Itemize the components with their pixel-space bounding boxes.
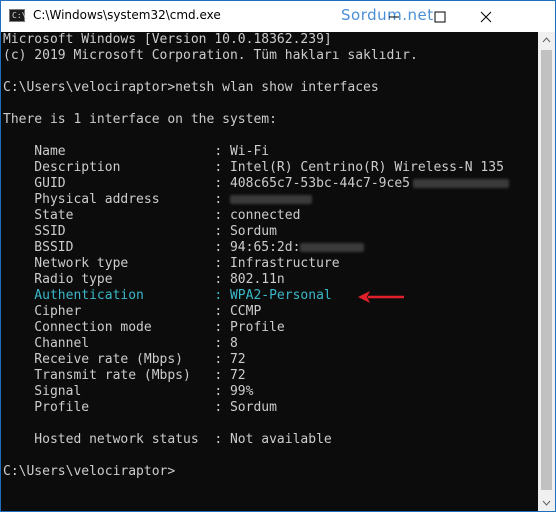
window-title: C:\Windows\system32\cmd.exe bbox=[33, 8, 221, 22]
console-prompt: C:\Users\velociraptor> bbox=[3, 464, 176, 479]
close-button[interactable] bbox=[463, 1, 509, 32]
console-line-mac: Physical address : bbox=[3, 192, 312, 208]
app-icon-label: C:\ bbox=[12, 11, 27, 20]
console-line: Channel : 8 bbox=[3, 336, 238, 351]
console-line: Name : Wi-Fi bbox=[3, 144, 270, 159]
console-line: Transmit rate (Mbps) : 72 bbox=[3, 368, 246, 383]
console-output[interactable]: Microsoft Windows [Version 10.0.18362.23… bbox=[1, 32, 538, 511]
console-line: SSID : Sordum bbox=[3, 224, 277, 239]
console-line: Hosted network status : Not available bbox=[3, 432, 332, 447]
red-arrow-icon bbox=[358, 291, 404, 303]
scroll-up-icon[interactable] bbox=[538, 32, 555, 49]
console-app-icon[interactable]: C:\ bbox=[9, 9, 27, 22]
bssid-text: BSSID : 94:65:2d: bbox=[3, 240, 301, 255]
guid-text: GUID : 408c65c7-53bc-44c7-9ce5 bbox=[3, 176, 410, 191]
minimize-button[interactable] bbox=[371, 1, 417, 32]
cmd-window: C:\ C:\Windows\system32\cmd.exe Sordum.n… bbox=[0, 0, 556, 512]
console-line: Radio type : 802.11n bbox=[3, 272, 285, 287]
console-line: Connection mode : Profile bbox=[3, 320, 285, 335]
console-line: Cipher : CCMP bbox=[3, 304, 262, 319]
redacted-mac bbox=[229, 195, 312, 204]
redacted-guid bbox=[413, 179, 509, 188]
console-line: Profile : Sordum bbox=[3, 400, 277, 415]
console-line: (c) 2019 Microsoft Corporation. Tüm hakl… bbox=[3, 48, 418, 63]
minimize-icon bbox=[389, 16, 399, 17]
redacted-bssid bbox=[300, 243, 365, 252]
maximize-icon bbox=[434, 11, 446, 22]
scroll-down-icon[interactable] bbox=[538, 494, 555, 511]
console-line: State : connected bbox=[3, 208, 301, 223]
console-line: There is 1 interface on the system: bbox=[3, 112, 277, 127]
console-line-authentication: Authentication : WPA2-Personal bbox=[3, 288, 332, 303]
mac-text: Physical address : bbox=[3, 192, 230, 207]
console-line-guid: GUID : 408c65c7-53bc-44c7-9ce5 bbox=[3, 176, 509, 192]
vertical-scrollbar[interactable] bbox=[538, 32, 555, 511]
console-line-bssid: BSSID : 94:65:2d: bbox=[3, 240, 365, 256]
title-bar[interactable]: C:\ C:\Windows\system32\cmd.exe Sordum.n… bbox=[1, 1, 555, 32]
console-line: Network type : Infrastructure bbox=[3, 256, 340, 271]
maximize-button[interactable] bbox=[417, 1, 463, 32]
console-line: Receive rate (Mbps) : 72 bbox=[3, 352, 246, 367]
console-line: Description : Intel(R) Centrino(R) Wirel… bbox=[3, 160, 504, 175]
console-line: Signal : 99% bbox=[3, 384, 254, 399]
console-line: C:\Users\velociraptor>netsh wlan show in… bbox=[3, 80, 379, 95]
console-line: Microsoft Windows [Version 10.0.18362.23… bbox=[3, 32, 332, 47]
close-icon bbox=[480, 11, 492, 22]
scrollbar-thumb[interactable] bbox=[541, 50, 552, 490]
